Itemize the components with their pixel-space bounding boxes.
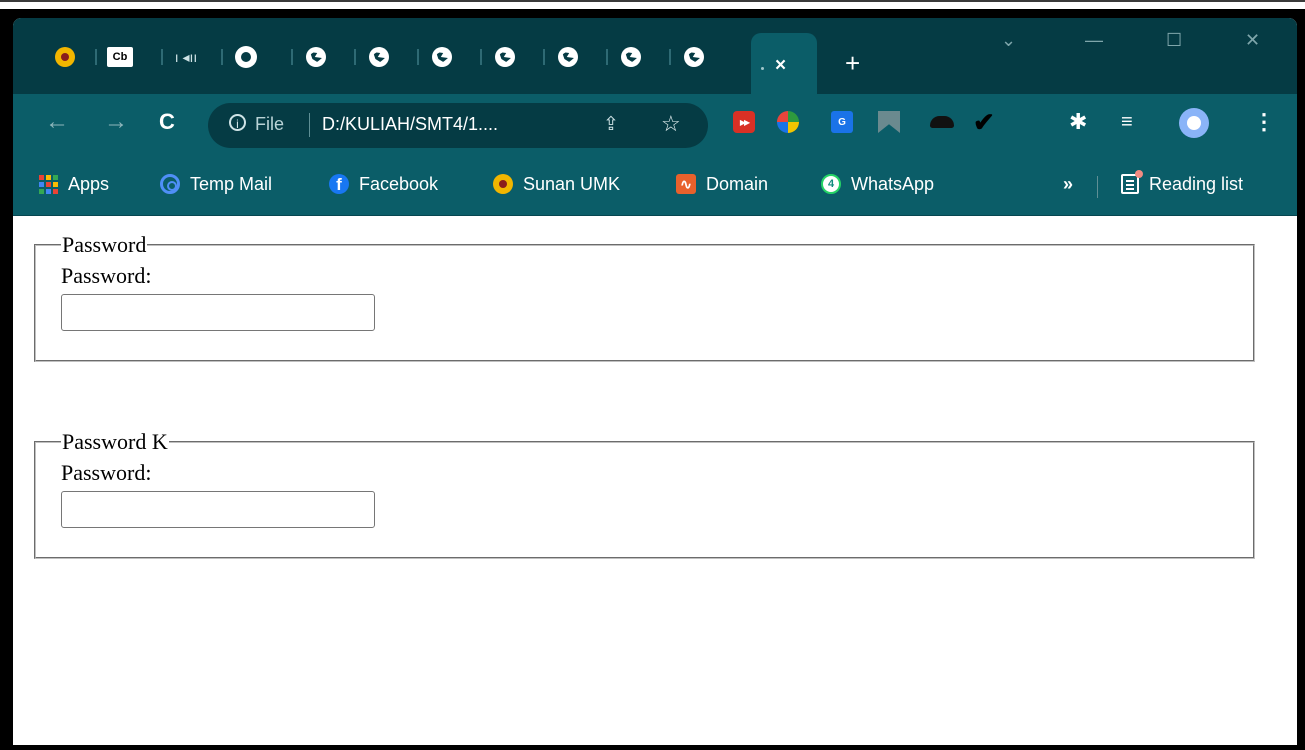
profile-avatar-icon[interactable] bbox=[1179, 108, 1209, 138]
browser-window: Cb ı ◂ıı × + ⌄ — ☐ ✕ ← → C i File D:/KUL… bbox=[13, 18, 1297, 745]
minimize-button[interactable]: — bbox=[1085, 30, 1103, 51]
browser-toolbar: ← → C i File D:/KULIAH/SMT4/1.... ⇪ ☆ G … bbox=[13, 94, 1297, 156]
more-bookmarks-button[interactable]: » bbox=[1063, 174, 1073, 195]
tab-separator bbox=[221, 49, 223, 65]
tab-search-dropdown-icon[interactable]: ⌄ bbox=[1001, 30, 1016, 51]
reading-list-label: Reading list bbox=[1149, 173, 1244, 194]
password-k-input[interactable] bbox=[61, 491, 375, 528]
bookmark-label: WhatsApp bbox=[851, 173, 935, 194]
media-queue-icon[interactable]: ≡ bbox=[1121, 111, 1133, 133]
bookmark-apps[interactable]: Apps bbox=[39, 172, 109, 196]
google-translate-icon[interactable]: G bbox=[831, 111, 853, 133]
tab-strip: Cb ı ◂ıı × + ⌄ — ☐ ✕ bbox=[13, 18, 1297, 94]
site-info-icon[interactable]: i bbox=[229, 114, 246, 131]
bookmark-tag-icon[interactable] bbox=[878, 111, 900, 133]
forward-button[interactable]: → bbox=[104, 110, 128, 134]
tab-globe-6[interactable] bbox=[606, 42, 656, 72]
temp-mail-icon bbox=[160, 174, 180, 194]
bookmark-label: Apps bbox=[68, 173, 110, 194]
bookmark-label: Sunan UMK bbox=[523, 173, 621, 194]
password-fieldset: Password Password: bbox=[34, 234, 1255, 362]
reload-button[interactable]: C bbox=[159, 110, 175, 134]
whatsapp-icon: 4 bbox=[821, 174, 841, 194]
close-window-button[interactable]: ✕ bbox=[1245, 30, 1260, 51]
scheme-chip: File bbox=[255, 114, 285, 134]
maximize-button[interactable]: ☐ bbox=[1166, 30, 1182, 51]
checkmark-icon[interactable]: ✔ bbox=[973, 107, 995, 137]
puzzle-icon[interactable]: ✱ bbox=[1069, 109, 1087, 134]
tab-separator bbox=[480, 49, 482, 65]
globe-icon bbox=[621, 47, 641, 67]
tab-sunan-umk[interactable] bbox=[40, 42, 90, 72]
globe-icon bbox=[495, 47, 515, 67]
tab-audio[interactable]: ı ◂ıı bbox=[161, 42, 211, 72]
spy-hat-icon[interactable] bbox=[930, 116, 954, 128]
bookmark-facebook[interactable]: f Facebook bbox=[329, 172, 438, 196]
bookmark-label: Temp Mail bbox=[190, 173, 273, 194]
tab-cb[interactable]: Cb bbox=[95, 42, 145, 72]
globe-icon bbox=[684, 47, 704, 67]
back-button[interactable]: ← bbox=[45, 110, 69, 134]
bookmarks-bar: Apps Temp Mail f Facebook Sunan UMK ∿ Do… bbox=[13, 156, 1297, 216]
tab-globe-2[interactable] bbox=[354, 42, 404, 72]
bookmark-label: Facebook bbox=[359, 173, 439, 194]
close-tab-icon[interactable]: × bbox=[775, 55, 786, 77]
tab-separator bbox=[354, 49, 356, 65]
tab-favicon-placeholder bbox=[761, 67, 764, 70]
desktop-strip bbox=[0, 0, 1305, 9]
facebook-icon: f bbox=[329, 174, 349, 194]
audio-playing-icon: ı ◂ıı bbox=[174, 48, 198, 65]
github-icon bbox=[235, 46, 257, 68]
tab-globe-5[interactable] bbox=[543, 42, 593, 72]
apps-grid-icon bbox=[39, 174, 58, 194]
menu-kebab-icon[interactable]: ⋮ bbox=[1253, 109, 1275, 135]
globe-icon bbox=[369, 47, 389, 67]
sunan-umk-icon bbox=[493, 174, 513, 194]
bookmark-whatsapp[interactable]: 4 WhatsApp bbox=[821, 172, 934, 196]
fieldset-legend: Password K bbox=[62, 429, 168, 454]
tab-separator bbox=[95, 49, 97, 65]
globe-icon bbox=[432, 47, 452, 67]
globe-icon bbox=[558, 47, 578, 67]
url-text[interactable]: D:/KULIAH/SMT4/1.... bbox=[322, 114, 498, 135]
video-speed-icon[interactable] bbox=[733, 111, 755, 133]
tab-separator bbox=[161, 49, 163, 65]
bookmark-sunan-umk[interactable]: Sunan UMK bbox=[493, 172, 620, 196]
tab-globe-3[interactable] bbox=[417, 42, 467, 72]
tab-separator bbox=[543, 49, 545, 65]
bookmarks-divider bbox=[1097, 176, 1098, 198]
tab-separator bbox=[291, 49, 293, 65]
tab-separator bbox=[606, 49, 608, 65]
share-icon[interactable]: ⇪ bbox=[603, 113, 619, 136]
password-label: Password: bbox=[61, 263, 152, 288]
tab-github[interactable] bbox=[221, 42, 271, 72]
globe-icon bbox=[306, 47, 326, 67]
tab-active[interactable]: × bbox=[751, 33, 817, 94]
domain-icon: ∿ bbox=[676, 174, 696, 194]
address-divider bbox=[309, 113, 310, 137]
password-input[interactable] bbox=[61, 294, 375, 331]
bookmark-domain[interactable]: ∿ Domain bbox=[676, 172, 768, 196]
reading-list-icon bbox=[1121, 170, 1143, 194]
cb-icon: Cb bbox=[107, 47, 133, 67]
tab-globe-1[interactable] bbox=[291, 42, 341, 72]
password-k-fieldset: Password K Password: bbox=[34, 431, 1255, 559]
idm-icon[interactable] bbox=[777, 111, 799, 133]
tab-separator bbox=[417, 49, 419, 65]
page-content: Password Password: Password K Password: bbox=[13, 216, 1297, 745]
tab-globe-4[interactable] bbox=[480, 42, 530, 72]
new-tab-button[interactable]: + bbox=[845, 50, 860, 76]
tab-globe-7[interactable] bbox=[669, 42, 719, 72]
bookmark-temp-mail[interactable]: Temp Mail bbox=[160, 172, 272, 196]
reading-list-button[interactable]: Reading list bbox=[1121, 170, 1244, 196]
sunan-umk-icon bbox=[55, 47, 75, 67]
bookmark-label: Domain bbox=[706, 173, 769, 194]
bookmark-star-icon[interactable]: ☆ bbox=[661, 111, 681, 137]
tab-separator bbox=[669, 49, 671, 65]
password-label: Password: bbox=[61, 460, 152, 485]
address-bar[interactable]: i File D:/KULIAH/SMT4/1.... ⇪ ☆ bbox=[208, 103, 708, 148]
fieldset-legend: Password bbox=[62, 232, 147, 257]
